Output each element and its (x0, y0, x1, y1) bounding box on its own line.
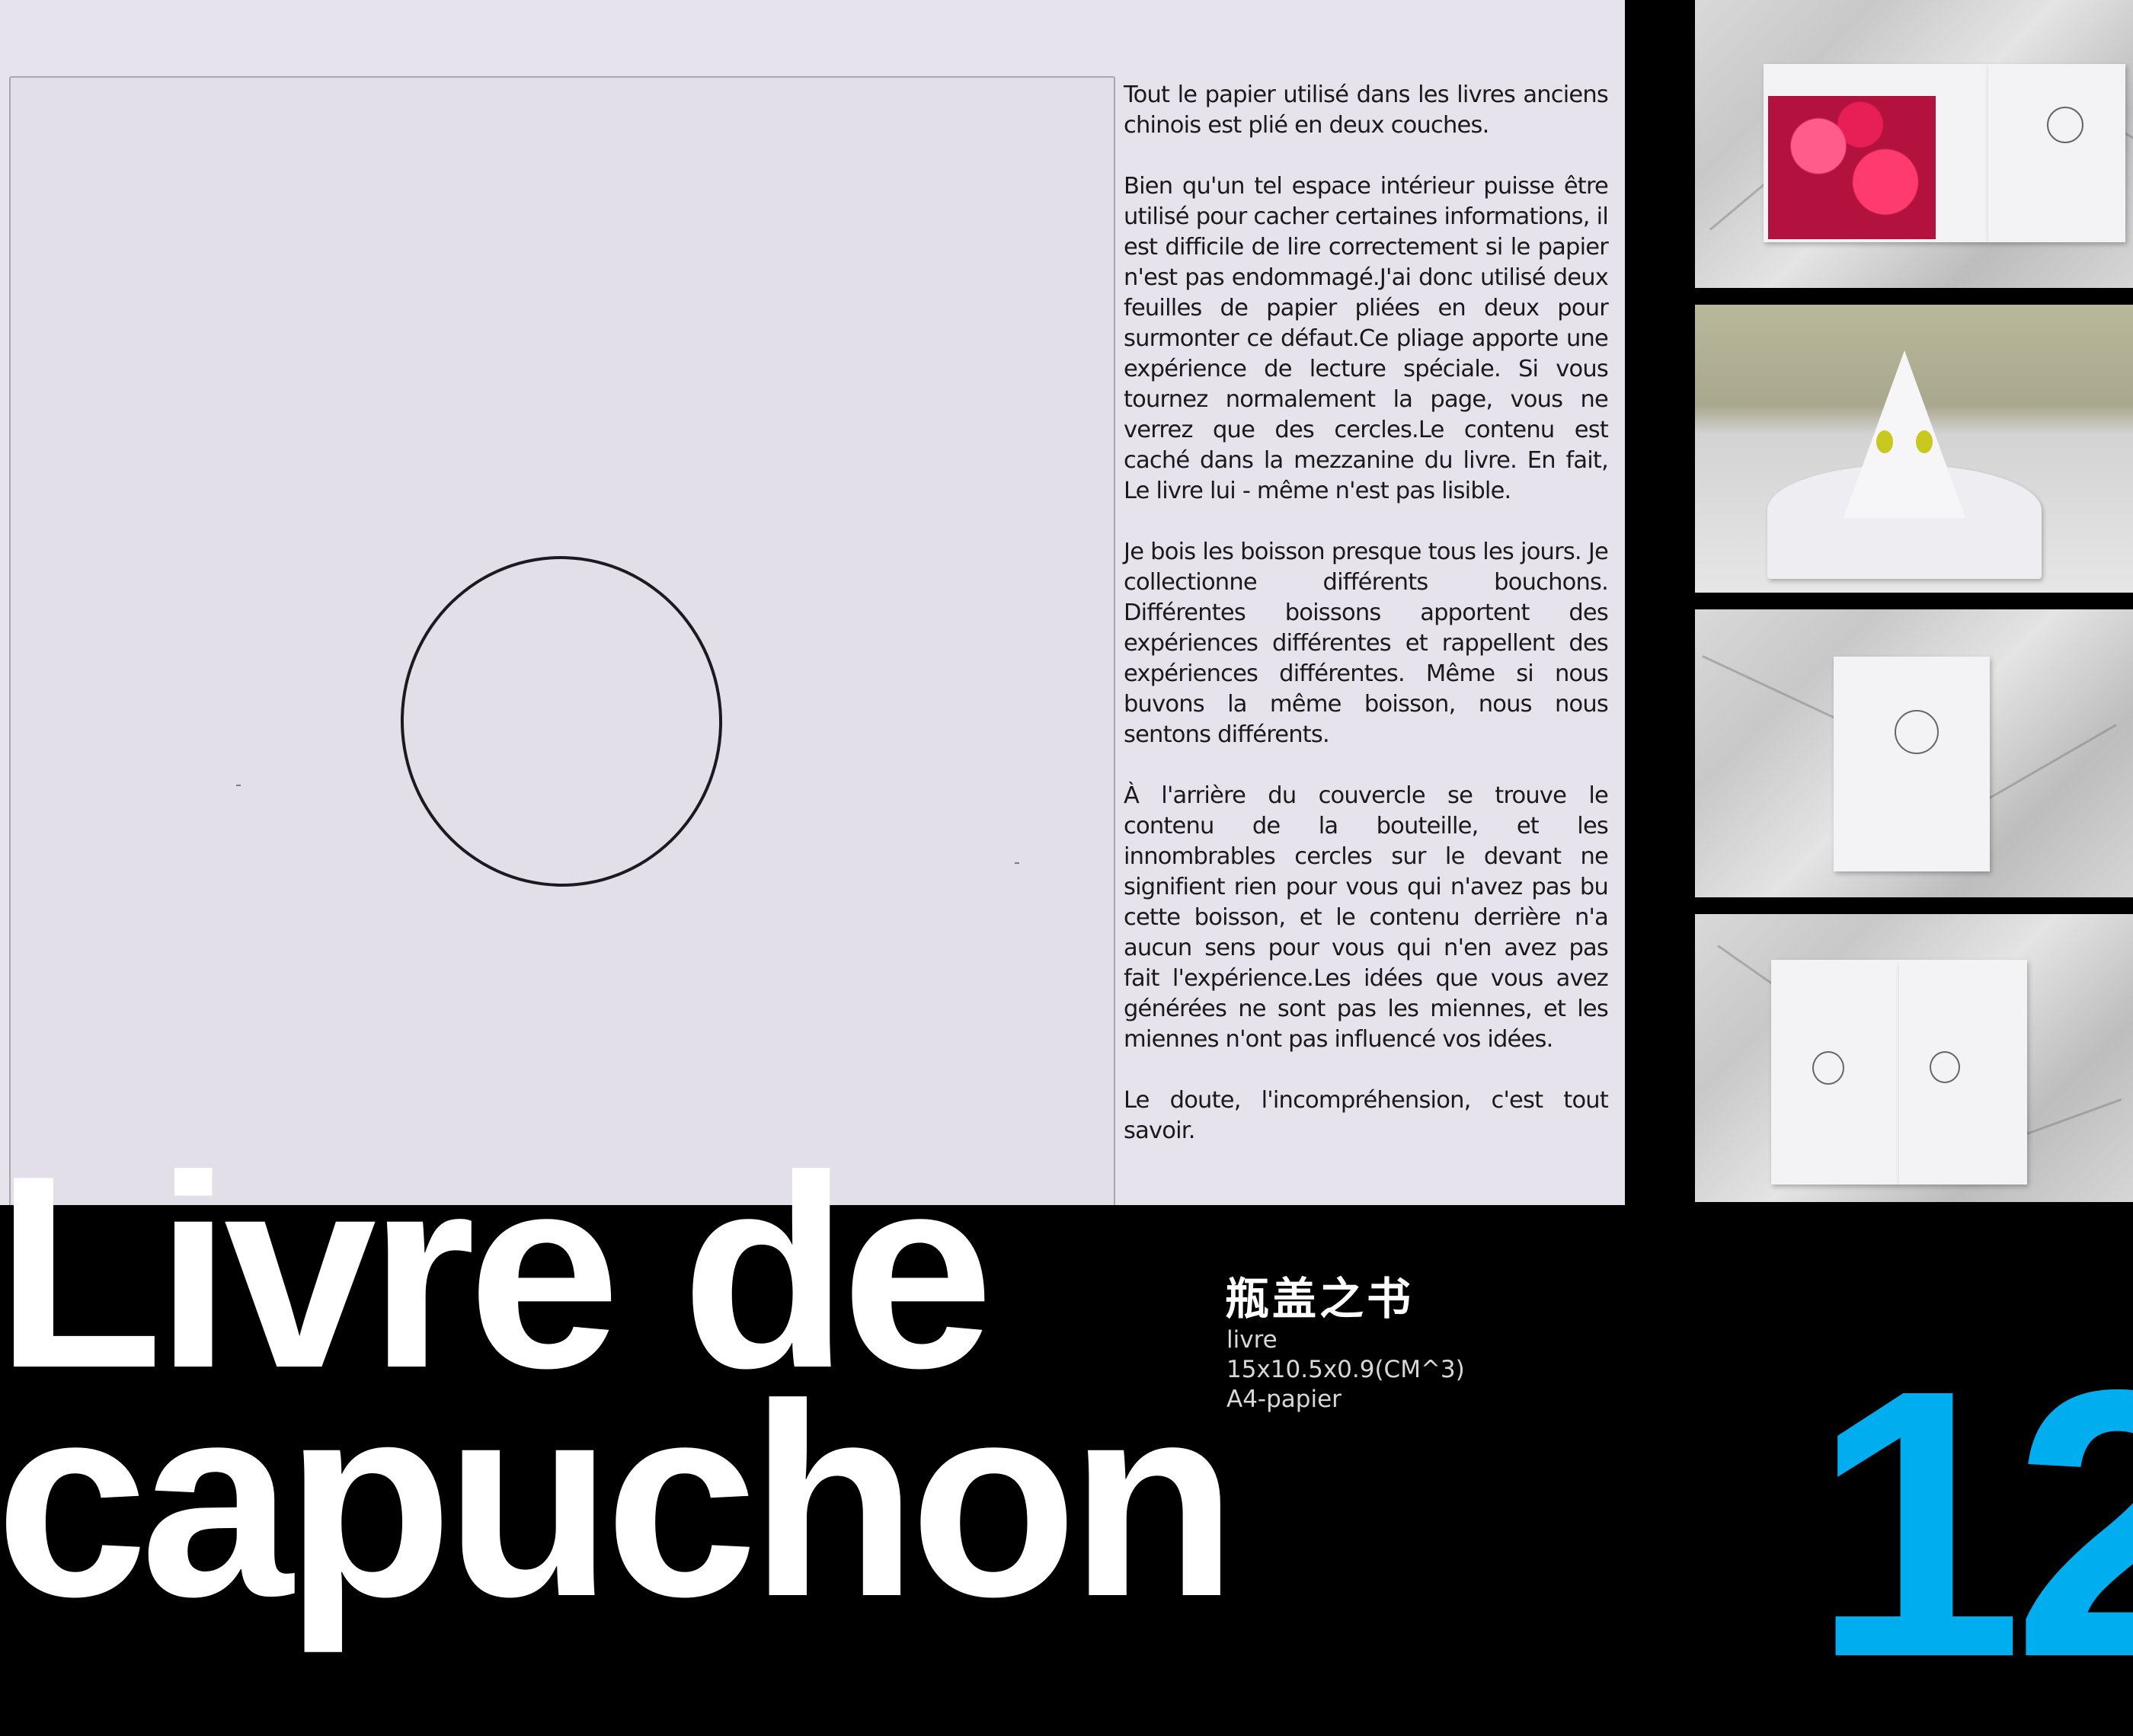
photo-book-closed (1695, 609, 2133, 897)
meta-type: livre (1226, 1326, 1278, 1354)
page-circle (2047, 107, 2083, 143)
meta-dimensions: 15x10.5x0.9(CM^3) (1226, 1356, 1465, 1383)
paragraph-2: Bien qu'un tel espace intérieur puisse ê… (1124, 173, 1609, 504)
paragraph-1: Tout le papier utilisé dans les livres a… (1124, 82, 1609, 139)
red-caps-image (1768, 96, 1936, 239)
page-circle (1812, 1051, 1844, 1085)
open-right-page (1899, 960, 2027, 1185)
folded-page (1844, 350, 1965, 518)
closed-book (1834, 657, 1990, 871)
paragraph-4: À l'arrière du couvercle se trouve le co… (1124, 782, 1609, 1053)
photo-book-fanned (1695, 305, 2133, 593)
meta-material: A4-papier (1226, 1386, 1342, 1413)
paper-sheet (9, 76, 1115, 1205)
yellow-cap-detail (1876, 430, 1893, 453)
paragraph-3: Je bois les boisson presque tous les jou… (1124, 539, 1609, 748)
photo-book-open-circles (1695, 914, 2133, 1202)
page-number: 12 (1812, 1310, 2133, 1736)
paragraph-5: Le doute, l'incompréhension, c'est tout … (1124, 1087, 1609, 1144)
description-text: Tout le papier utilisé dans les livres a… (1124, 80, 1609, 1177)
chinese-title: 瓶盖之书 (1225, 1273, 1415, 1325)
book-right-page (1988, 64, 2125, 242)
cover-circle (1895, 710, 1939, 754)
book-left-page (1764, 64, 1988, 242)
artwork-meta: livre 15x10.5x0.9(CM^3) A4-papier (1226, 1325, 1465, 1415)
yellow-cap-detail (1916, 430, 1933, 453)
page-circle (1930, 1051, 1960, 1083)
title-line-2: capuchon (0, 1348, 1237, 1654)
open-left-page (1771, 960, 1899, 1185)
photo-book-open-red (1695, 0, 2133, 288)
drawn-circle (389, 545, 734, 898)
main-photo: Tout le papier utilisé dans les livres a… (0, 0, 1625, 1205)
paper-speck (1015, 862, 1019, 864)
paper-speck (236, 785, 241, 786)
